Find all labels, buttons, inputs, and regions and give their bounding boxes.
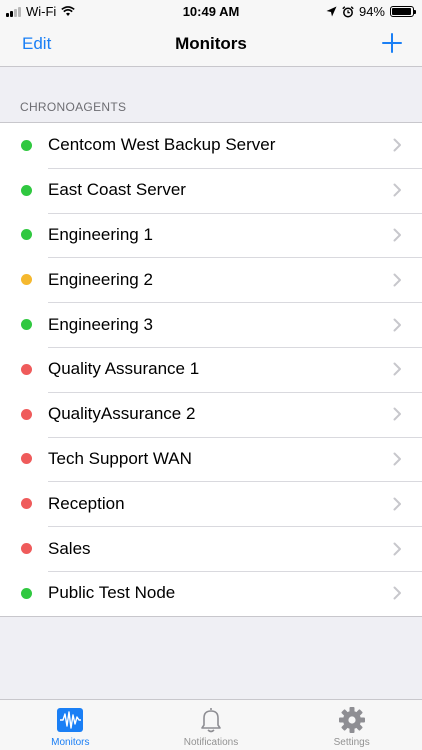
monitor-name: Centcom West Backup Server — [48, 135, 276, 155]
chevron-right-icon — [393, 407, 401, 421]
tab-settings[interactable]: Settings — [281, 700, 422, 750]
location-icon — [326, 6, 337, 17]
monitor-name: East Coast Server — [48, 180, 186, 200]
battery-percent: 94% — [358, 4, 385, 19]
chevron-right-icon — [393, 497, 401, 511]
chevron-right-icon — [393, 183, 401, 197]
monitor-list: Centcom West Backup Server East Coast Ser… — [0, 122, 422, 617]
chevron-right-icon — [393, 452, 401, 466]
status-dot-icon — [21, 363, 32, 375]
status-dot-icon — [21, 453, 32, 465]
chevron-right-icon — [393, 362, 401, 376]
tab-label: Settings — [333, 737, 370, 748]
bell-icon — [196, 706, 226, 734]
chevron-right-icon — [393, 273, 401, 287]
alarm-icon — [342, 5, 354, 17]
battery-fill — [392, 8, 411, 15]
status-dot-icon — [21, 543, 32, 555]
tab-label: Monitors — [51, 737, 90, 748]
list-item[interactable]: Sales — [0, 526, 422, 571]
monitor-name: Engineering 2 — [48, 269, 153, 289]
monitor-name: Quality Assurance 1 — [48, 359, 200, 379]
monitor-name: Reception — [48, 493, 125, 513]
waveform-icon — [55, 706, 85, 734]
chevron-right-icon — [393, 542, 401, 556]
section-header: CHRONOAGENTS — [20, 100, 127, 114]
list-item[interactable]: QualityAssurance 2 — [0, 391, 422, 437]
list-item[interactable]: Centcom West Backup Server — [0, 123, 422, 168]
status-dot-icon — [21, 319, 32, 331]
list-item[interactable]: Engineering 3 — [0, 302, 422, 347]
list-item[interactable]: Quality Assurance 1 — [0, 346, 422, 392]
monitor-name: Tech Support WAN — [48, 448, 192, 468]
list-item[interactable]: Engineering 1 — [0, 212, 422, 258]
chevron-right-icon — [393, 586, 401, 600]
list-item[interactable]: East Coast Server — [0, 167, 422, 213]
status-dot-icon — [21, 229, 32, 241]
tab-label: Notifications — [183, 737, 239, 748]
page-title: Monitors — [175, 34, 247, 53]
gear-icon — [337, 706, 367, 734]
status-dot-icon — [21, 498, 32, 510]
plus-icon[interactable] — [382, 33, 402, 53]
status-dot-icon — [21, 139, 32, 151]
tab-bar: Monitors Notifications Settings — [0, 699, 422, 750]
status-dot-icon — [21, 184, 32, 196]
list-item[interactable]: Reception — [0, 481, 422, 526]
list-item[interactable]: Tech Support WAN — [0, 436, 422, 482]
chevron-right-icon — [393, 138, 401, 152]
tab-notifications[interactable]: Notifications — [141, 700, 282, 750]
status-right: 94% — [326, 4, 416, 19]
status-dot-icon — [21, 408, 32, 420]
list-item[interactable]: Engineering 2 — [0, 257, 422, 302]
monitor-name: Sales — [48, 538, 91, 558]
tab-monitors[interactable]: Monitors — [0, 700, 141, 750]
monitor-name: Engineering 3 — [48, 314, 153, 334]
chevron-right-icon — [393, 228, 401, 242]
status-dot-icon — [21, 274, 32, 286]
list-item[interactable]: Public Test Node — [0, 570, 422, 616]
monitor-name: QualityAssurance 2 — [48, 404, 196, 424]
status-bar: Wi-Fi 10:49 AM 94% — [0, 0, 422, 24]
monitor-name: Public Test Node — [48, 583, 176, 603]
battery-icon — [390, 6, 416, 17]
monitor-name: Engineering 1 — [48, 224, 153, 244]
status-dot-icon — [21, 587, 32, 599]
chevron-right-icon — [393, 318, 401, 332]
navigation-bar: Edit Monitors — [0, 24, 422, 67]
